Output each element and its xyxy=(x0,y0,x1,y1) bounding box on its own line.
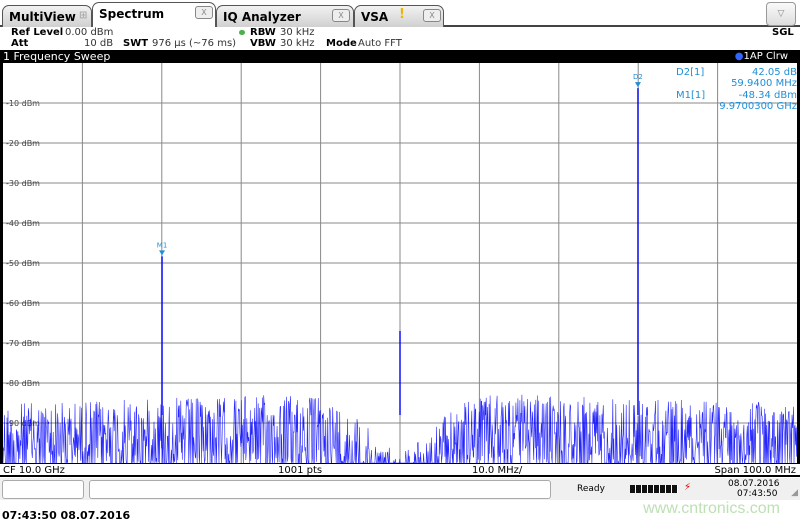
tab-vsa[interactable]: VSA! X xyxy=(354,5,444,27)
close-icon[interactable]: X xyxy=(195,6,213,19)
marker-d2-freq: 59.9400 MHz xyxy=(731,78,797,89)
progress-bar xyxy=(630,485,678,493)
marker-d2-name: D2[1] xyxy=(676,67,704,78)
tab-iq-analyzer[interactable]: IQ Analyzer X xyxy=(216,5,354,27)
marker-m1-level: -48.34 dBm xyxy=(739,90,797,101)
screenshot-timestamp: 07:43:50 08.07.2016 xyxy=(2,509,131,522)
y-tick-label: -50 dBm xyxy=(6,259,40,268)
close-icon[interactable]: X xyxy=(332,9,350,22)
dropdown-button[interactable]: ▽ xyxy=(766,2,796,26)
y-tick-label: -70 dBm xyxy=(6,339,40,348)
rbw-status-dot xyxy=(239,30,245,35)
status-field-1[interactable] xyxy=(2,480,84,499)
marker-m1-freq: 9.9700300 GHz xyxy=(719,101,797,112)
remote-icon: ⚡ xyxy=(684,482,692,493)
grid-icon: ⊞ xyxy=(79,10,88,21)
y-tick-label: -80 dBm xyxy=(6,379,40,388)
resize-grip-icon[interactable]: ◢ xyxy=(791,488,798,498)
trace-badge: ●1AP Clrw xyxy=(734,51,788,62)
status-bar: Ready ⚡ 08.07.2016 07:43:50 ◢ xyxy=(0,478,800,500)
tab-multiview[interactable]: MultiView ⊞ xyxy=(2,5,92,27)
marker-label: D2 xyxy=(633,73,643,81)
sweep-footer: CF 10.0 GHz 1001 pts 10.0 MHz/ Span 100.… xyxy=(0,463,800,477)
sweep-window-title: 1 Frequency Sweep ●1AP Clrw xyxy=(0,50,800,63)
y-tick-label: -30 dBm xyxy=(6,179,40,188)
status-message-field[interactable] xyxy=(89,480,551,499)
y-tick-label: -40 dBm xyxy=(6,219,40,228)
close-icon[interactable]: X xyxy=(423,9,441,22)
marker-d2-delta: 42.05 dB xyxy=(752,67,797,78)
tab-bar: MultiView ⊞ Spectrum X IQ Analyzer X VSA! X … xyxy=(0,0,800,27)
marker-label: M1 xyxy=(157,241,168,249)
settings-info: Ref Level 0.00 dBm Att 10 dB SWT 976 µs … xyxy=(11,27,794,49)
marker-d2-icon xyxy=(634,82,641,88)
trace-dot-icon: ● xyxy=(734,51,744,62)
tab-spectrum[interactable]: Spectrum X xyxy=(92,2,216,27)
marker-m1-name: M1[1] xyxy=(676,90,705,101)
warning-icon: ! xyxy=(399,7,405,22)
spectrum-plot[interactable]: -10 dBm-20 dBm-30 dBm-40 dBm-50 dBm-60 d… xyxy=(0,63,800,463)
watermark: www.cntronics.com xyxy=(643,500,780,517)
marker-m1-icon xyxy=(159,250,166,256)
y-tick-label: -60 dBm xyxy=(6,299,40,308)
y-tick-label: -20 dBm xyxy=(6,139,40,148)
